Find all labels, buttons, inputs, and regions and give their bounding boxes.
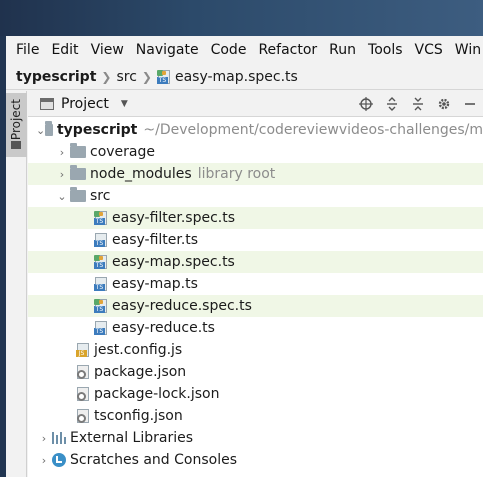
folder-icon <box>70 165 86 180</box>
javascript-file-icon: JS <box>76 343 90 357</box>
menu-navigate[interactable]: Navigate <box>130 42 205 58</box>
tree-row-file[interactable]: TS easy-filter.spec.ts <box>28 207 483 229</box>
project-panel-header: Project ▼ <box>28 91 483 117</box>
tree-item-label: easy-map.spec.ts <box>112 254 235 270</box>
typescript-file-icon: TS <box>94 277 108 291</box>
tree-row-file[interactable]: package.json <box>28 361 483 383</box>
menu-code[interactable]: Code <box>205 42 253 58</box>
project-tool-tab[interactable]: Project <box>6 93 27 157</box>
tree-item-label: Scratches and Consoles <box>70 452 237 468</box>
tree-item-label: jest.config.js <box>94 342 183 358</box>
folder-icon <box>70 187 86 202</box>
gear-icon[interactable] <box>431 91 457 117</box>
menu-edit[interactable]: Edit <box>45 42 84 58</box>
tree-row-scratches[interactable]: › Scratches and Consoles <box>28 449 483 471</box>
tree-row-root[interactable]: ⌄ typescript ~/Development/codereviewvid… <box>28 119 483 141</box>
typescript-file-icon: TS <box>94 321 108 335</box>
breadcrumb-file[interactable]: easy-map.spec.ts <box>175 69 298 85</box>
library-root-note: library root <box>197 166 276 182</box>
breadcrumb-folder[interactable]: src <box>116 69 136 85</box>
tree-row-file[interactable]: TS easy-map.ts <box>28 273 483 295</box>
tree-item-label: easy-map.ts <box>112 276 198 292</box>
typescript-test-file-icon: TS <box>94 211 108 225</box>
ide-window: File Edit View Navigate Code Refactor Ru… <box>6 36 483 477</box>
chevron-down-icon[interactable]: ⌄ <box>54 190 70 203</box>
menu-bar: File Edit View Navigate Code Refactor Ru… <box>6 36 483 64</box>
tree-root-name: typescript <box>56 122 138 138</box>
project-tree: ⌄ typescript ~/Development/codereviewvid… <box>28 117 483 477</box>
breadcrumb-root[interactable]: typescript <box>16 69 96 85</box>
menu-refactor[interactable]: Refactor <box>252 42 323 58</box>
menu-window[interactable]: Win <box>449 42 483 58</box>
menu-file[interactable]: File <box>10 42 45 58</box>
tree-item-label: coverage <box>90 144 155 160</box>
scratches-icon <box>52 453 66 467</box>
library-icon <box>52 432 66 444</box>
tree-item-label: package.json <box>94 364 187 380</box>
tree-item-label: src <box>90 188 111 204</box>
typescript-test-file-icon: TS <box>156 69 171 84</box>
menu-vcs[interactable]: VCS <box>409 42 449 58</box>
json-config-file-icon <box>76 365 90 379</box>
chevron-right-icon[interactable]: › <box>36 432 52 445</box>
json-config-file-icon <box>76 409 90 423</box>
project-panel-title[interactable]: Project <box>61 96 109 112</box>
project-tool-tab-label: Project <box>9 99 23 141</box>
tree-row-file[interactable]: TS easy-reduce.spec.ts <box>28 295 483 317</box>
tree-row-file[interactable]: TS easy-map.spec.ts <box>28 251 483 273</box>
tree-row-file[interactable]: tsconfig.json <box>28 405 483 427</box>
typescript-test-file-icon: TS <box>94 255 108 269</box>
panel-actions <box>353 91 483 117</box>
tree-item-label: easy-reduce.spec.ts <box>112 298 252 314</box>
expand-all-icon[interactable] <box>379 91 405 117</box>
chevron-right-icon: ❯ <box>141 69 152 84</box>
tree-item-label: easy-filter.ts <box>112 232 199 248</box>
chevron-down-icon[interactable]: ▼ <box>121 99 128 109</box>
folder-icon <box>45 121 53 136</box>
tree-item-label: package-lock.json <box>94 386 220 402</box>
menu-view[interactable]: View <box>85 42 130 58</box>
left-tool-strip: Project <box>6 91 27 477</box>
tree-row-file[interactable]: TS easy-reduce.ts <box>28 317 483 339</box>
typescript-file-icon: TS <box>94 233 108 247</box>
json-config-file-icon <box>76 387 90 401</box>
minimize-icon[interactable] <box>457 91 483 117</box>
chevron-right-icon[interactable]: › <box>36 454 52 467</box>
chevron-right-icon: ❯ <box>101 69 112 84</box>
folder-icon <box>11 141 21 149</box>
locate-icon[interactable] <box>353 91 379 117</box>
breadcrumb: typescript ❯ src ❯ TS easy-map.spec.ts <box>6 64 483 90</box>
tree-row-file[interactable]: JS jest.config.js <box>28 339 483 361</box>
tree-item-label: External Libraries <box>70 430 193 446</box>
tree-row-file[interactable]: package-lock.json <box>28 383 483 405</box>
tree-root-path: ~/Development/codereviewvideos-challenge… <box>143 122 483 138</box>
tree-row-src[interactable]: ⌄ src <box>28 185 483 207</box>
tree-row-node-modules[interactable]: › node_modules library root <box>28 163 483 185</box>
tree-item-label: tsconfig.json <box>94 408 183 424</box>
chevron-right-icon[interactable]: › <box>54 146 70 159</box>
chevron-right-icon[interactable]: › <box>54 168 70 181</box>
menu-tools[interactable]: Tools <box>362 42 409 58</box>
desktop-background <box>0 0 483 36</box>
project-panel: Project ▼ ⌄ typescript ~/Development/cod… <box>28 91 483 477</box>
folder-icon <box>70 143 86 158</box>
tree-item-label: easy-reduce.ts <box>112 320 215 336</box>
chevron-down-icon[interactable]: ⌄ <box>36 124 45 137</box>
tree-row-coverage[interactable]: › coverage <box>28 141 483 163</box>
tree-item-label: easy-filter.spec.ts <box>112 210 236 226</box>
tree-row-file[interactable]: TS easy-filter.ts <box>28 229 483 251</box>
project-window-icon <box>40 97 54 110</box>
tree-row-external-libraries[interactable]: › External Libraries <box>28 427 483 449</box>
menu-run[interactable]: Run <box>323 42 362 58</box>
tree-item-label: node_modules <box>90 166 192 182</box>
collapse-all-icon[interactable] <box>405 91 431 117</box>
typescript-test-file-icon: TS <box>94 299 108 313</box>
